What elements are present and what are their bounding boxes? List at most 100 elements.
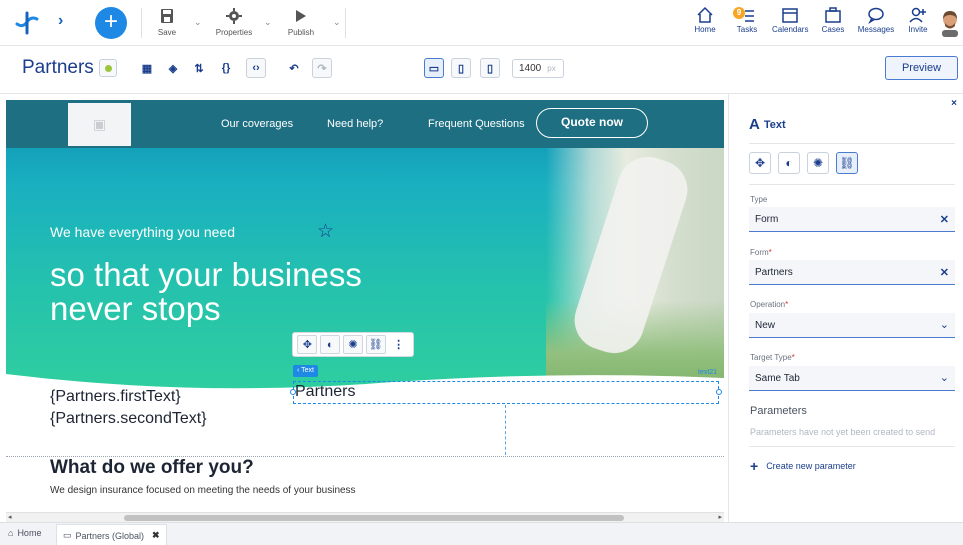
panel-title: A Text: [749, 116, 786, 133]
tab-layout[interactable]: ✥: [749, 152, 771, 174]
settings-icon[interactable]: ✺: [342, 335, 363, 354]
tab-home[interactable]: ⌂ Home: [8, 528, 41, 538]
type-field[interactable]: Form ✕: [749, 207, 955, 232]
nav-calendars[interactable]: Calendars: [772, 6, 808, 34]
canvas-width-input[interactable]: 1400 px: [512, 59, 564, 78]
form-label: Form*: [750, 248, 772, 257]
save-icon: [161, 9, 173, 23]
element-type-tag[interactable]: ‹ Text: [293, 365, 318, 377]
element-id-label: text21: [698, 369, 718, 376]
sort-icon[interactable]: ⇅: [189, 58, 209, 78]
tablet-view-icon[interactable]: ▯: [451, 58, 471, 78]
create-parameter-label: Create new parameter: [766, 461, 856, 471]
nav-invite[interactable]: Invite: [906, 6, 930, 34]
chevron-down-icon[interactable]: ⌄: [940, 371, 949, 384]
offer-subtitle[interactable]: We design insurance focused on meeting t…: [50, 485, 356, 496]
panel-tabs: ✥ ◐ ✺ ⛓: [749, 152, 858, 174]
properties-dropdown-chevron-icon[interactable]: ⌄: [264, 17, 272, 28]
hero-nav-coverages[interactable]: Our coverages: [221, 118, 293, 130]
chevron-down-icon[interactable]: ⌄: [940, 318, 949, 331]
components-icon[interactable]: ▦: [137, 58, 157, 78]
second-text-field: {Partners.secondText}: [50, 410, 207, 427]
hero-nav-faq[interactable]: Frequent Questions: [428, 118, 525, 130]
operation-label: Operation*: [750, 300, 789, 309]
tab-partners-global[interactable]: ▭ Partners (Global) ✖: [56, 524, 167, 545]
preview-button[interactable]: Preview: [885, 56, 958, 80]
canvas-width-unit: px: [547, 64, 556, 73]
clear-form-icon[interactable]: ✕: [940, 266, 949, 279]
target-type-select[interactable]: Same Tab ⌄: [749, 366, 955, 391]
tab-style[interactable]: ◐: [778, 152, 800, 174]
scrollbar-thumb[interactable]: [124, 515, 624, 521]
layers-icon[interactable]: ◈: [163, 58, 183, 78]
canvas-width-value: 1400: [519, 63, 542, 74]
calendar-icon: [782, 8, 798, 23]
scroll-left-icon[interactable]: ◂: [8, 513, 12, 521]
resize-handle-left[interactable]: [290, 389, 296, 395]
briefcase-icon: [825, 7, 841, 23]
partners-text-block[interactable]: {Partners.firstText} {Partners.secondTex…: [50, 386, 207, 430]
close-tab-icon[interactable]: ✖: [152, 530, 160, 541]
nav-messages-label: Messages: [857, 25, 895, 34]
quote-now-button[interactable]: Quote now: [536, 108, 648, 138]
design-canvas[interactable]: ▣ Our coverages Need help? Frequent Ques…: [6, 100, 724, 512]
image-placeholder-icon[interactable]: ▣: [68, 103, 131, 146]
home-icon: [697, 6, 713, 23]
selected-element-outline[interactable]: [293, 381, 719, 404]
app-logo-icon[interactable]: [14, 10, 40, 36]
nav-cases[interactable]: Cases: [820, 6, 846, 34]
status-indicator[interactable]: [99, 59, 117, 77]
nav-cases-label: Cases: [821, 25, 845, 34]
redo-icon[interactable]: ↷: [312, 58, 332, 78]
properties-button[interactable]: Properties: [213, 6, 255, 37]
parameters-empty-text: Parameters have not yet been created to …: [750, 427, 936, 437]
star-icon[interactable]: ☆: [317, 220, 334, 243]
clear-type-icon[interactable]: ✕: [940, 213, 949, 226]
column-guide: [505, 405, 506, 455]
mobile-view-icon[interactable]: ▯: [480, 58, 500, 78]
offer-title[interactable]: What do we offer you?: [50, 457, 254, 479]
publish-label: Publish: [287, 28, 315, 37]
operation-select[interactable]: New ⌄: [749, 313, 955, 338]
type-value: Form: [755, 214, 779, 225]
top-toolbar: › + Save ⌄ Properties ⌄ Publish ⌄ Home T…: [0, 0, 963, 46]
divider: [749, 446, 955, 447]
divider: [749, 143, 955, 144]
nav-calendars-label: Calendars: [772, 25, 809, 34]
desktop-view-icon[interactable]: ▭: [424, 58, 444, 78]
home-icon: ⌂: [8, 528, 14, 538]
publish-dropdown-chevron-icon[interactable]: ⌄: [333, 17, 341, 28]
save-button[interactable]: Save: [152, 6, 182, 37]
nav-tasks-label: Tasks: [736, 25, 758, 34]
hero-nav-help[interactable]: Need help?: [327, 118, 383, 130]
avatar[interactable]: [939, 9, 961, 37]
tab-settings[interactable]: ✺: [807, 152, 829, 174]
hero-kicker: We have everything you need: [50, 224, 235, 240]
add-new-button[interactable]: +: [95, 7, 127, 39]
publish-button[interactable]: Publish: [283, 6, 319, 37]
canvas-horizontal-scrollbar[interactable]: ◂ ▸: [6, 512, 724, 522]
more-options-icon[interactable]: ⋮: [389, 335, 409, 354]
nav-home[interactable]: Home: [692, 6, 718, 34]
selected-text-element[interactable]: Partners: [295, 383, 355, 401]
expand-menu-button[interactable]: ›: [58, 12, 63, 30]
undo-icon[interactable]: ↶: [284, 58, 304, 78]
tab-link[interactable]: ⛓: [836, 152, 858, 174]
divider: [749, 184, 955, 185]
gear-icon: [226, 8, 242, 24]
move-icon[interactable]: ✥: [297, 335, 318, 354]
create-parameter-button[interactable]: + Create new parameter: [750, 458, 856, 474]
nav-messages[interactable]: Messages: [856, 6, 896, 34]
link-icon[interactable]: ⛓: [365, 335, 386, 354]
divider: [141, 8, 142, 38]
braces-icon[interactable]: {}: [216, 58, 236, 78]
form-value: Partners: [755, 267, 793, 278]
form-icon: ▭: [63, 530, 72, 540]
scroll-right-icon[interactable]: ▸: [718, 513, 722, 521]
close-panel-icon[interactable]: ×: [951, 98, 957, 109]
form-field[interactable]: Partners ✕: [749, 260, 955, 285]
palette-icon[interactable]: ◐: [320, 335, 341, 354]
save-dropdown-chevron-icon[interactable]: ⌄: [194, 17, 202, 28]
code-icon[interactable]: ‹›: [246, 58, 266, 78]
resize-handle-right[interactable]: [716, 389, 722, 395]
